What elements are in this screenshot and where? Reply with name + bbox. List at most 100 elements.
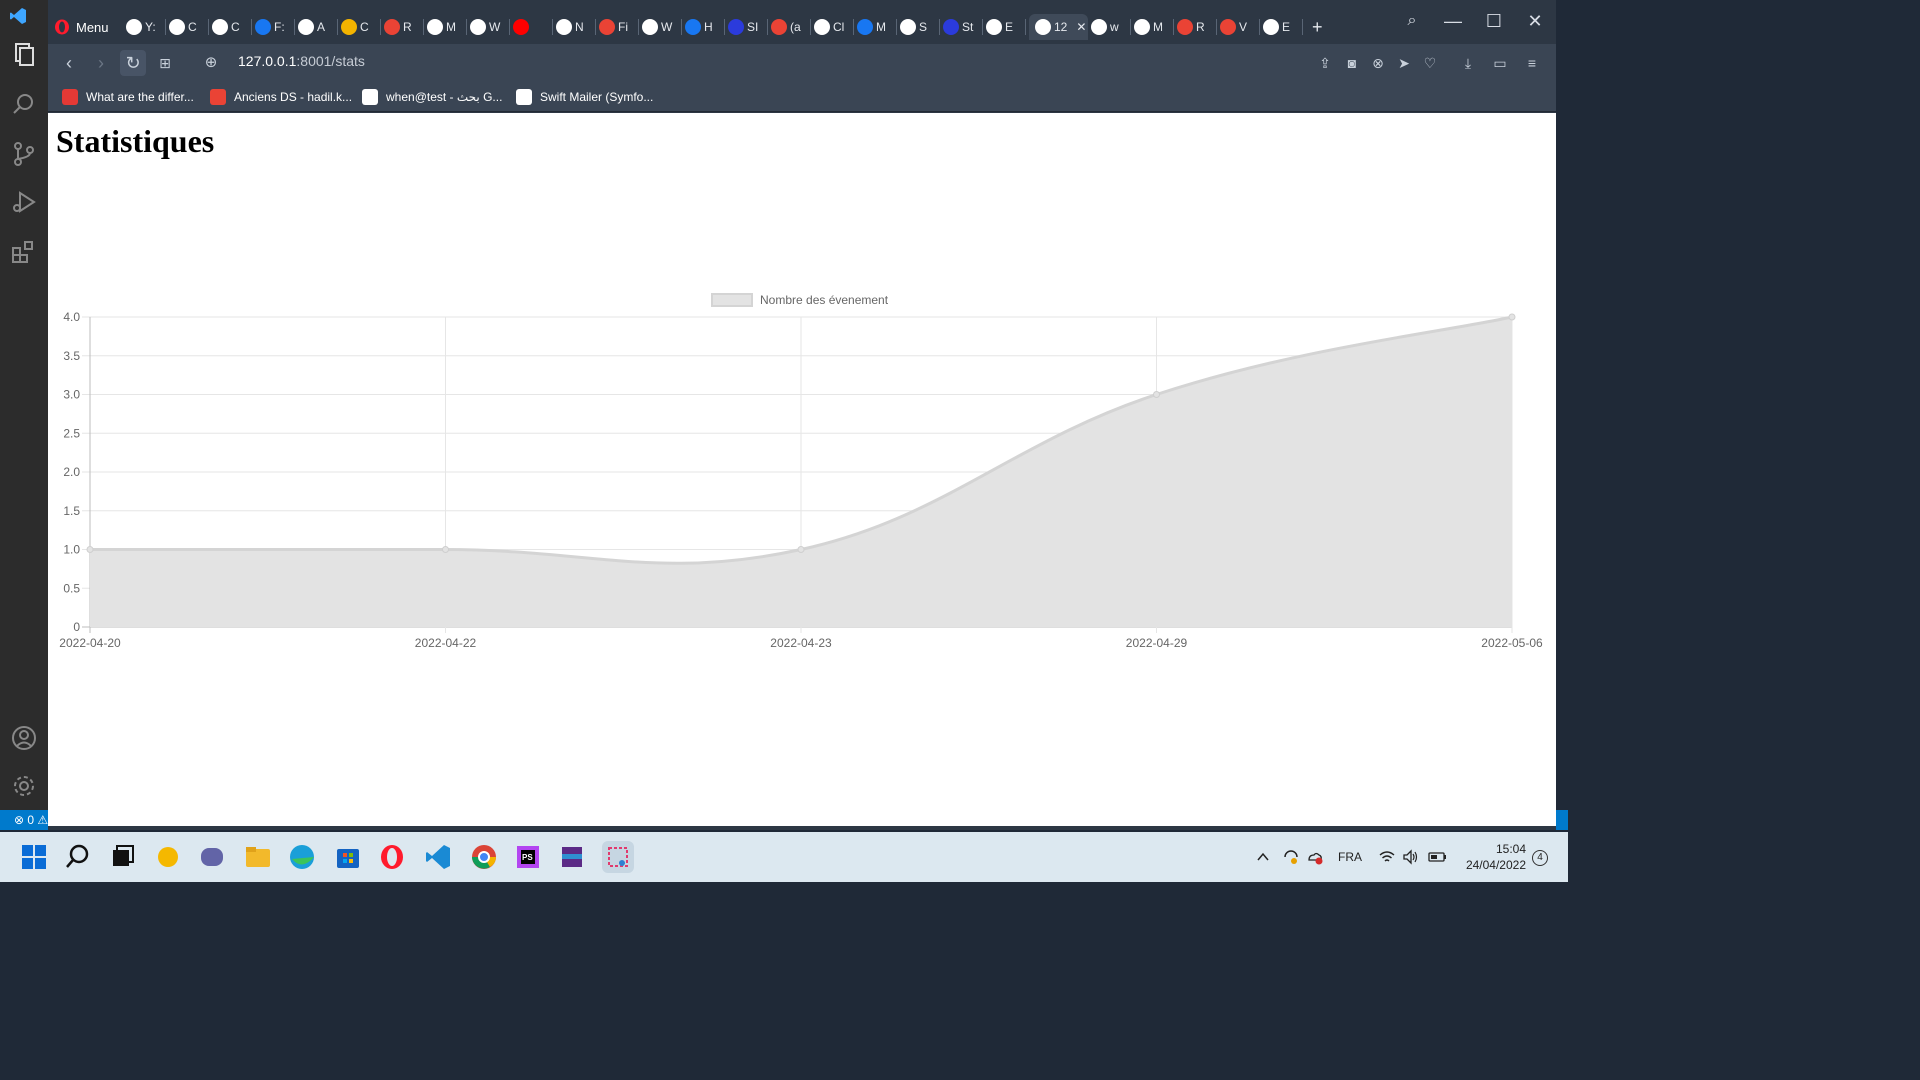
bookmark-item[interactable]: Swift Mailer (Symfo... — [516, 88, 653, 106]
browser-tab[interactable]: Fi — [599, 14, 639, 40]
windows-start-icon[interactable] — [18, 841, 50, 873]
browser-tab[interactable]: E — [986, 14, 1026, 40]
run-debug-icon[interactable] — [10, 188, 38, 216]
browser-tab[interactable]: M — [1134, 14, 1174, 40]
sync-icon[interactable] — [1282, 848, 1300, 866]
tab-title: C — [231, 20, 240, 34]
easy-setup-icon[interactable]: ≡ — [1522, 53, 1542, 73]
search-icon[interactable] — [62, 841, 94, 873]
site-info-globe-icon[interactable]: ⊕ — [198, 50, 224, 76]
browser-tab[interactable]: M — [857, 14, 897, 40]
tab-title: H — [704, 20, 713, 34]
tab-title: C — [188, 20, 197, 34]
legend-swatch — [711, 293, 753, 307]
share-icon[interactable]: ⇪ — [1315, 53, 1335, 73]
source-control-icon[interactable] — [10, 140, 38, 168]
browser-tab[interactable]: 12 ✕ — [1029, 14, 1088, 40]
tab-title: Fi — [618, 20, 628, 34]
browser-tab[interactable]: w — [1091, 14, 1131, 40]
x-tick-label: 2022-04-23 — [770, 636, 832, 650]
url-field[interactable]: 127.0.0.1:8001/stats — [238, 53, 365, 69]
menu-label: Menu — [76, 19, 109, 35]
maximize-button[interactable]: ☐ — [1479, 8, 1509, 34]
settings-gear-icon[interactable] — [10, 772, 38, 800]
snipping-tool-icon[interactable] — [602, 841, 634, 873]
bookmark-item[interactable]: when@test - بحث G... — [362, 88, 502, 106]
browser-tab[interactable]: N — [556, 14, 596, 40]
browser-tab[interactable]: Cl — [814, 14, 854, 40]
browser-tab[interactable]: C — [169, 14, 209, 40]
data-point — [1508, 313, 1516, 321]
battery-icon[interactable] — [1428, 849, 1448, 865]
close-window-button[interactable]: ✕ — [1520, 8, 1550, 34]
tab-favicon-icon — [298, 19, 314, 35]
input-language[interactable]: FRA — [1338, 850, 1362, 864]
browser-tab[interactable]: R — [384, 14, 424, 40]
url-path: :8001/stats — [296, 53, 365, 69]
widgets-icon[interactable] — [152, 841, 184, 873]
bookmark-favicon-icon — [210, 89, 226, 105]
microsoft-store-icon[interactable] — [332, 841, 364, 873]
tab-overview-icon[interactable]: ⊞ — [152, 50, 178, 76]
explorer-icon[interactable] — [10, 40, 38, 68]
reload-button[interactable]: ↻ — [120, 50, 146, 76]
opera-taskbar-icon[interactable] — [376, 841, 408, 873]
data-point — [1153, 391, 1160, 398]
minimize-button[interactable]: — — [1438, 8, 1468, 34]
opera-menu-button[interactable]: Menu — [54, 14, 109, 40]
chrome-icon[interactable] — [468, 841, 500, 873]
teams-chat-icon[interactable] — [196, 841, 228, 873]
bookmark-item[interactable]: Anciens DS - hadil.k... — [210, 88, 352, 106]
volume-icon[interactable] — [1402, 848, 1420, 866]
tab-title: N — [575, 20, 584, 34]
browser-tab[interactable]: St — [943, 14, 983, 40]
browser-tab[interactable]: F: — [255, 14, 295, 40]
account-icon[interactable] — [10, 724, 38, 752]
tab-favicon-icon — [1263, 19, 1279, 35]
system-clock[interactable]: 15:04 24/04/2022 — [1462, 841, 1526, 873]
tab-favicon-icon — [341, 19, 357, 35]
browser-tab[interactable]: A — [298, 14, 338, 40]
browser-tab[interactable]: M — [427, 14, 467, 40]
show-hidden-icons-chevron-icon[interactable] — [1256, 850, 1270, 864]
browser-tab[interactable]: E — [1263, 14, 1303, 40]
browser-tab[interactable]: S — [900, 14, 940, 40]
edge-browser-icon[interactable] — [286, 841, 318, 873]
battery-saver-icon[interactable]: ▭ — [1490, 53, 1510, 73]
browser-tab[interactable]: W — [642, 14, 682, 40]
back-button[interactable]: ‹ — [56, 50, 82, 76]
close-tab-icon[interactable]: ✕ — [1076, 20, 1086, 34]
browser-tab[interactable]: Y: — [126, 14, 166, 40]
notification-count-badge[interactable]: 4 — [1532, 850, 1548, 866]
snapshot-camera-icon[interactable]: ◙ — [1342, 53, 1362, 73]
search-icon[interactable] — [10, 90, 38, 118]
phpstorm-icon[interactable]: PS — [512, 841, 544, 873]
bookmark-heart-icon[interactable]: ♡ — [1420, 53, 1440, 73]
browser-tab[interactable]: R — [1177, 14, 1217, 40]
tab-search-icon[interactable]: ⌕ — [1397, 8, 1427, 34]
browser-tab[interactable]: SI — [728, 14, 768, 40]
send-icon[interactable]: ➤ — [1394, 53, 1414, 73]
task-view-icon[interactable] — [106, 841, 138, 873]
tab-title: Cl — [833, 20, 845, 34]
browser-tab[interactable]: H — [685, 14, 725, 40]
adblock-icon[interactable]: ⊗ — [1368, 53, 1388, 73]
browser-tab[interactable]: W — [470, 14, 510, 40]
file-explorer-icon[interactable] — [242, 841, 274, 873]
wifi-icon[interactable] — [1378, 848, 1396, 866]
downloads-icon[interactable]: ⤓ — [1458, 53, 1478, 73]
forward-button[interactable]: › — [88, 50, 114, 76]
browser-tab[interactable]: (a — [771, 14, 811, 40]
onedrive-offline-icon[interactable] — [1306, 848, 1324, 866]
tab-favicon-icon — [1177, 19, 1193, 35]
extensions-icon[interactable] — [10, 238, 38, 266]
browser-tab[interactable] — [513, 14, 553, 40]
browser-tab[interactable]: V — [1220, 14, 1260, 40]
winrar-icon[interactable] — [556, 841, 588, 873]
vscode-taskbar-icon[interactable] — [422, 841, 454, 873]
browser-tab[interactable]: C — [212, 14, 252, 40]
windows-taskbar: PS FRA 15:04 24/04/2022 4 — [0, 832, 1568, 882]
new-tab-button[interactable]: + — [1312, 14, 1323, 40]
browser-tab[interactable]: C — [341, 14, 381, 40]
bookmark-item[interactable]: What are the differ... — [62, 88, 194, 106]
